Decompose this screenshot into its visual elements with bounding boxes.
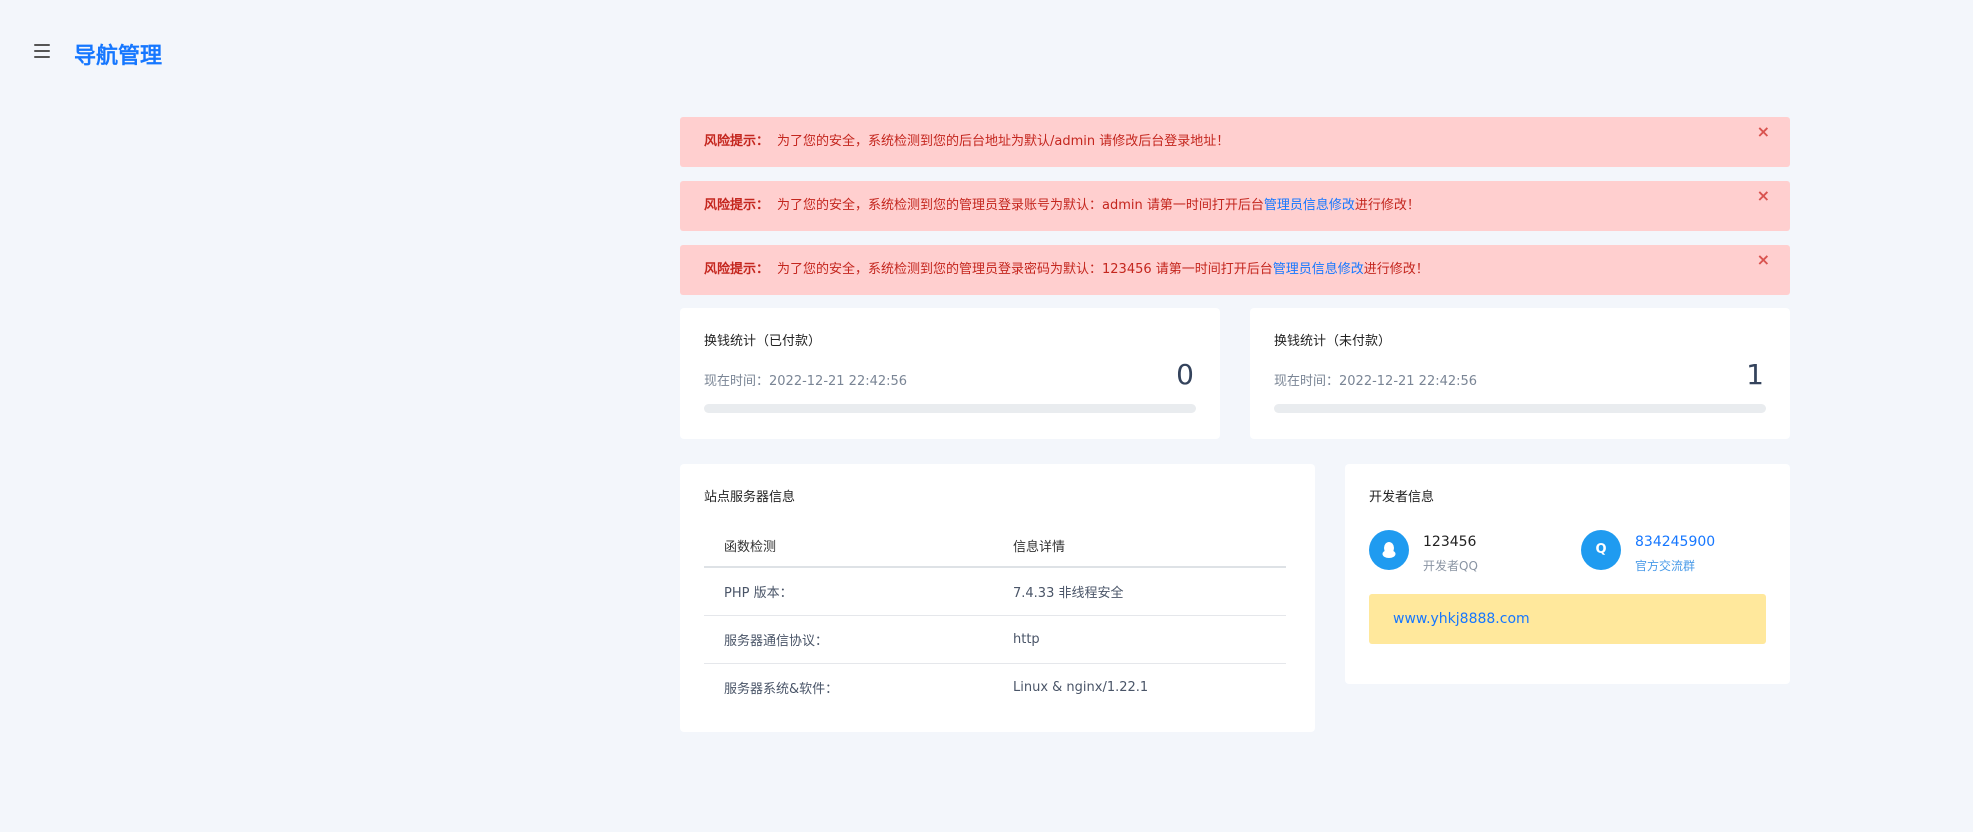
unpaid-stats-card: 换钱统计（未付款） 现在时间：2022-12-21 22:42:56 1 bbox=[1250, 308, 1790, 439]
table-cell: 服务器通信协议： bbox=[704, 615, 993, 664]
stat-time: 现在时间：2022-12-21 22:42:56 bbox=[1274, 374, 1478, 389]
alert-lead: 风险提示： bbox=[704, 262, 770, 277]
section-title: 站点服务器信息 bbox=[704, 490, 796, 505]
admin-info-edit-link[interactable]: 管理员信息修改 bbox=[1273, 262, 1364, 277]
website-link[interactable]: www.yhkj8888.com bbox=[1369, 594, 1766, 644]
server-info-card: 站点服务器信息 函数检测 信息详情 PHP 版本： 7.4.33 非线程安全 服… bbox=[680, 464, 1315, 732]
table-cell: Linux & nginx/1.22.1 bbox=[1013, 680, 1149, 695]
stat-time: 现在时间：2022-12-21 22:42:56 bbox=[704, 374, 908, 389]
stat-count: 1 bbox=[1746, 358, 1764, 391]
table-cell: 服务器系统&软件： bbox=[724, 682, 839, 697]
alert-text: 为了您的安全，系统检测到您的后台地址为默认/admin 请修改后台登录地址！ bbox=[777, 134, 1230, 149]
close-icon[interactable]: × bbox=[1757, 107, 1770, 157]
table-row: 服务器系统&软件： Linux & nginx/1.22.1 bbox=[704, 664, 1286, 712]
group-label-link[interactable]: 官方交流群 bbox=[1635, 557, 1695, 574]
table-cell: 7.4.33 非线程安全 bbox=[993, 567, 1286, 616]
risk-alert-admin-path: 风险提示： 为了您的安全，系统检测到您的后台地址为默认/admin 请修改后台登录… bbox=[680, 117, 1790, 167]
risk-alert-admin-account: 风险提示： 为了您的安全，系统检测到您的管理员登录账号为默认：admin 请第一时… bbox=[680, 181, 1790, 231]
q-group-icon: Q bbox=[1581, 530, 1621, 570]
table-header-row: 函数检测 信息详情 bbox=[704, 524, 1286, 568]
developer-qq: 123456 开发者QQ bbox=[1369, 530, 1569, 580]
risk-alert-admin-password: 风险提示： 为了您的安全，系统检测到您的管理员登录密码为默认：123456 请第一… bbox=[680, 245, 1790, 295]
admin-info-edit-link[interactable]: 管理员信息修改 bbox=[1264, 198, 1355, 213]
stat-title: 换钱统计（未付款） bbox=[1274, 334, 1392, 349]
hamburger-menu-icon[interactable] bbox=[34, 44, 50, 58]
alert-lead: 风险提示： bbox=[704, 198, 770, 213]
page-title: 导航管理 bbox=[74, 44, 163, 69]
developer-qq-number: 123456 bbox=[1423, 534, 1477, 550]
alert-text-after: 进行修改！ bbox=[1354, 198, 1420, 213]
column-header: 信息详情 bbox=[993, 524, 1286, 568]
developer-qq-label: 开发者QQ bbox=[1423, 559, 1478, 573]
stat-progress-bar bbox=[704, 404, 1196, 413]
paid-stats-card: 换钱统计（已付款） 现在时间：2022-12-21 22:42:56 0 bbox=[680, 308, 1220, 439]
alert-text: 为了您的安全，系统检测到您的管理员登录密码为默认：123456 请第一时间打开后… bbox=[777, 262, 1273, 277]
top-bar: 导航管理 bbox=[0, 0, 1973, 105]
close-icon[interactable]: × bbox=[1757, 171, 1770, 221]
table-row: 服务器通信协议： http bbox=[704, 615, 1286, 664]
section-title: 开发者信息 bbox=[1369, 490, 1435, 505]
column-header: 函数检测 bbox=[704, 524, 993, 568]
developer-info-card: 开发者信息 123456 开发者QQ Q 834245900 官方交流群 www… bbox=[1345, 464, 1790, 684]
group-number-link[interactable]: 834245900 bbox=[1635, 534, 1715, 550]
alert-text-after: 进行修改！ bbox=[1363, 262, 1429, 277]
alert-text: 为了您的安全，系统检测到您的管理员登录账号为默认：admin 请第一时间打开后台 bbox=[777, 198, 1264, 213]
server-info-table: 函数检测 信息详情 PHP 版本： 7.4.33 非线程安全 服务器通信协议： … bbox=[704, 524, 1286, 711]
stat-title: 换钱统计（已付款） bbox=[704, 334, 822, 349]
qq-penguin-icon bbox=[1369, 530, 1409, 570]
stat-progress-bar bbox=[1274, 404, 1766, 413]
stat-count: 0 bbox=[1176, 358, 1194, 391]
table-cell: PHP 版本： bbox=[704, 567, 993, 616]
official-group[interactable]: Q 834245900 官方交流群 bbox=[1581, 530, 1781, 580]
alert-lead: 风险提示： bbox=[704, 134, 770, 149]
close-icon[interactable]: × bbox=[1757, 235, 1770, 285]
table-row: PHP 版本： 7.4.33 非线程安全 bbox=[704, 567, 1286, 616]
table-cell: http bbox=[993, 615, 1286, 664]
